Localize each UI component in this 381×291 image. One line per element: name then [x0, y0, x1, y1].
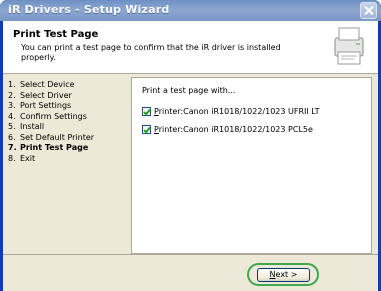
- printer-icon: [334, 27, 364, 65]
- wizard-step: 3. Port Settings: [8, 101, 72, 110]
- print-test-prompt: Print a test page with...: [142, 86, 236, 95]
- wizard-step: 4. Confirm Settings: [8, 111, 87, 121]
- page-subtitle: You can print a test page to confirm tha…: [21, 43, 281, 62]
- next-button[interactable]: Next >: [257, 268, 310, 282]
- wizard-steps: 1. Select Device 2. Select Driver 3. Port Set…: [3, 74, 131, 254]
- wizard-body: Print Test Page You can print a test pag…: [3, 21, 378, 291]
- checkbox-checked-icon[interactable]: [142, 107, 151, 116]
- wizard-step: 6. Set Default Printer: [8, 132, 95, 142]
- window-title: iR Drivers - Setup Wizard: [8, 3, 170, 16]
- printer-checkbox-pcl5e[interactable]: Printer:Canon iR1018/1022/1023 PCL5e: [142, 125, 313, 134]
- content-panel: Print a test page with... Printer:Canon …: [131, 77, 372, 254]
- checkbox-checked-icon[interactable]: [142, 125, 151, 134]
- printer-checkbox-ufrii[interactable]: Printer:Canon iR1018/1022/1023 UFRII LT: [142, 107, 320, 116]
- next-button-highlight: Next >: [247, 263, 319, 286]
- wizard-footer: Next >: [3, 254, 378, 291]
- wizard-step: 1. Select Device: [8, 80, 75, 89]
- wizard-step: 2. Select Driver: [8, 90, 72, 100]
- wizard-step: 7. Print Test Page: [8, 143, 89, 152]
- wizard-step: 8. Exit: [8, 153, 36, 163]
- page-title: Print Test Page: [13, 29, 99, 40]
- title-bar[interactable]: iR Drivers - Setup Wizard: [0, 0, 381, 21]
- setup-wizard-window: iR Drivers - Setup Wizard Print Test Pag…: [0, 0, 381, 291]
- close-icon[interactable]: [360, 2, 377, 19]
- wizard-step: 5. Install: [8, 122, 45, 131]
- wizard-header: Print Test Page You can print a test pag…: [3, 21, 378, 74]
